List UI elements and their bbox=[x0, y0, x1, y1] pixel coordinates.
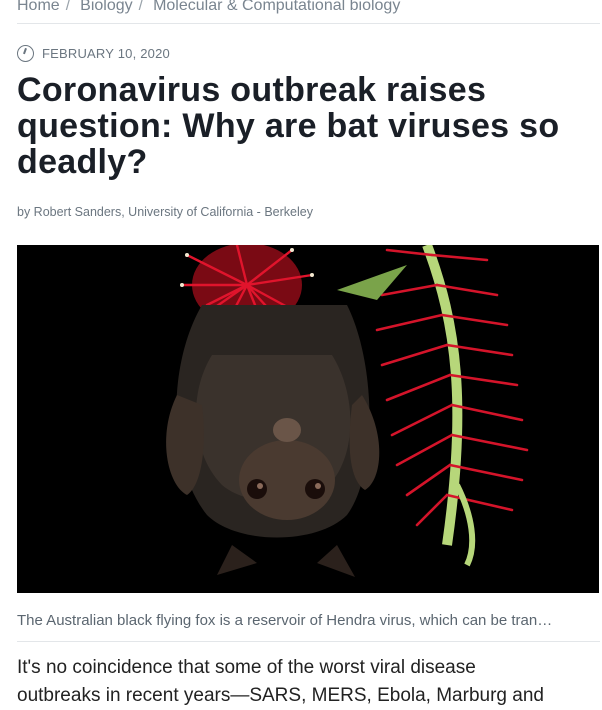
article-byline: by Robert Sanders, University of Califor… bbox=[17, 205, 313, 219]
article-hero-image[interactable] bbox=[17, 245, 599, 593]
breadcrumb: Home / Biology / Molecular & Computation… bbox=[17, 0, 400, 20]
article-body-line: outbreaks in recent years—SARS, MERS, Eb… bbox=[17, 685, 544, 706]
breadcrumb-category-link[interactable]: Molecular & Computational biology bbox=[153, 0, 400, 15]
article-date: FEBRUARY 10, 2020 bbox=[42, 45, 170, 61]
breadcrumb-home-link[interactable]: Home bbox=[17, 0, 60, 15]
breadcrumb-biology-link[interactable]: Biology bbox=[80, 0, 132, 15]
caption-divider bbox=[17, 641, 600, 642]
article-date-row: FEBRUARY 10, 2020 bbox=[17, 43, 170, 63]
breadcrumb-separator: / bbox=[138, 0, 144, 14]
article-body: It's no coincidence that some of the wor… bbox=[17, 654, 592, 710]
article-title: Coronavirus outbreak raises question: Wh… bbox=[17, 71, 560, 181]
article-body-line: It's no coincidence that some of the wor… bbox=[17, 657, 476, 678]
clock-icon bbox=[17, 44, 34, 62]
breadcrumb-divider bbox=[17, 23, 600, 24]
breadcrumb-separator: / bbox=[65, 0, 71, 14]
image-caption: The Australian black flying fox is a res… bbox=[17, 612, 553, 629]
flying-fox-photo bbox=[17, 245, 599, 593]
